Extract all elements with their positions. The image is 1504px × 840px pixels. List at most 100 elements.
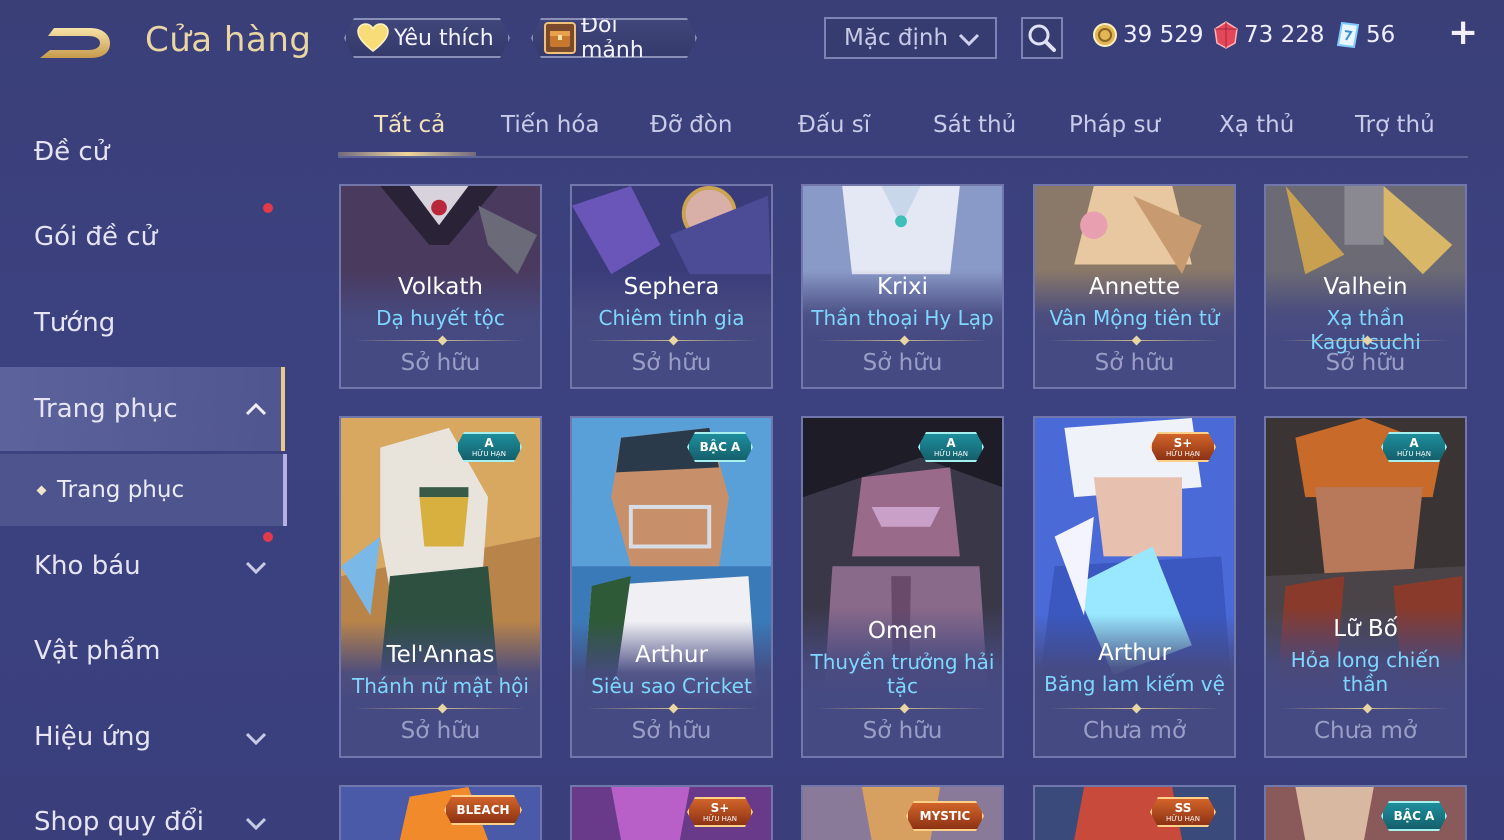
sidebar-item-label: Kho báu [34,551,141,581]
skin-card[interactable]: S+ HỮU HẠN Arthur Băng lam kiếm vệ Chưa m… [1033,416,1236,758]
hero-name: Omen [867,618,938,644]
tab-tank[interactable]: Đỡ đòn [650,112,732,138]
role-tabs: Tất cả Tiến hóa Đỡ đòn Đấu sĩ Sát thủ Ph… [338,100,1468,158]
skin-card[interactable]: Volkath Dạ huyết tộc Sở hữu [339,184,542,389]
tier-badge: BẬC A [1381,801,1447,831]
tab-support[interactable]: Trợ thủ [1355,112,1435,138]
skin-card[interactable]: SS HỮU HẠN [1033,785,1236,840]
sort-dropdown[interactable]: Mặc định [824,17,997,59]
tab-assassin[interactable]: Sát thủ [933,112,1016,138]
hero-name: Volkath [397,274,483,300]
gold-amount: 39 529 [1123,22,1204,48]
skin-card[interactable]: A HỮU HẠN Lữ Bố Hỏa long chiến thần Chưa … [1264,416,1467,758]
hero-name: Valhein [1323,274,1408,300]
page-title: Cửa hàng [145,20,312,60]
skin-card[interactable]: A HỮU HẠN Tel'Annas Thánh nữ mật hội Sở h… [339,416,542,758]
heart-icon [356,21,390,55]
sidebar-item-exchange-shop[interactable]: Shop quy đổi [0,782,285,840]
favorites-button[interactable]: Yêu thích [344,18,510,58]
hero-name: Arthur [635,642,708,668]
exchange-shards-label: Đổi mảnh [581,13,644,63]
skin-card[interactable]: BẬC A Arthur Siêu sao Cricket Sở hữu [570,416,773,758]
sidebar-item-items[interactable]: Vật phẩm [0,611,285,691]
voucher-ticket-icon [1334,21,1362,49]
tab-all[interactable]: Tất cả [374,112,445,138]
skin-card[interactable]: MYSTIC [801,785,1004,840]
sidebar-item-recommended[interactable]: Đề cử [0,112,285,192]
ownership-status: Chưa mở [1082,718,1187,744]
add-currency-button[interactable]: + [1448,15,1478,51]
diamond-bullet-icon [36,485,47,495]
hero-name: Arthur [1098,640,1171,666]
chevron-down-icon [244,725,268,755]
top-bar: Cửa hàng Yêu thích Đổi mảnh Mặc định 39 … [0,0,1504,90]
skin-card[interactable]: S+ HỮU HẠN [570,785,773,840]
ownership-status: Sở hữu [862,350,943,376]
hero-name: Tel'Annas [386,642,495,668]
skin-name: Thánh nữ mật hội [352,674,529,698]
chevron-down-icon [244,554,268,584]
tier-badge: A HỮU HẠN [456,432,522,462]
treasure-chest-icon [543,21,577,55]
sort-value: Mặc định [844,25,949,51]
favorites-label: Yêu thích [394,25,494,51]
skin-name: Băng lam kiếm vệ [1044,672,1225,696]
back-arrow-icon [40,28,110,58]
search-button[interactable] [1021,17,1063,59]
tier-badge: A HỮU HẠN [1381,432,1447,462]
skin-card[interactable]: Sephera Chiêm tinh gia Sở hữu [570,184,773,389]
voucher-currency: 56 [1334,18,1395,52]
active-tab-indicator [338,152,476,156]
hero-name: Annette [1088,274,1181,300]
notification-dot [263,203,273,213]
ownership-status: Sở hữu [862,718,943,744]
sidebar-item-heroes[interactable]: Tướng [0,283,285,363]
tier-badge: S+ HỮU HẠN [1150,432,1216,462]
ruby-currency: 73 228 [1212,18,1324,52]
tab-fighter[interactable]: Đấu sĩ [798,112,870,138]
sidebar-item-label: Trang phục [34,394,178,424]
tier-badge: SS HỮU HẠN [1150,797,1216,827]
notification-dot [263,532,273,542]
ruby-amount: 73 228 [1244,22,1325,48]
sidebar-item-skins[interactable]: Trang phục [0,367,285,451]
chevron-down-icon [244,810,268,840]
ownership-status: Sở hữu [400,350,481,376]
tab-mage[interactable]: Pháp sư [1069,112,1160,138]
skin-name: Chiêm tinh gia [598,306,745,330]
sidebar-item-treasure[interactable]: Kho báu [0,526,285,606]
search-icon [1028,24,1056,52]
skin-card[interactable]: A HỮU HẠN Omen Thuyền trưởng hải tặc Sở h… [801,416,1004,758]
sidebar-item-bundles[interactable]: Gói đề cử [0,197,285,277]
skin-card[interactable]: BLEACH [339,785,542,840]
tab-evolution[interactable]: Tiến hóa [501,112,600,138]
ownership-status: Sở hữu [1094,350,1175,376]
tab-marksman[interactable]: Xạ thủ [1219,112,1294,138]
skin-card[interactable]: Krixi Thần thoại Hy Lạp Sở hữu [801,184,1004,389]
tier-badge: S+ HỮU HẠN [687,797,753,827]
skin-card[interactable]: BẬC A [1264,785,1467,840]
skin-card[interactable]: Valhein Xạ thần Kagutsuchi Sở hữu [1264,184,1467,389]
ruby-gem-icon [1212,21,1240,49]
sidebar-item-effects[interactable]: Hiệu ứng [0,697,285,777]
skin-name: Hỏa long chiến thần [1290,648,1441,696]
back-button[interactable] [34,22,114,64]
skin-name: Xạ thần Kagutsuchi [1310,306,1421,354]
sidebar-subitem-skins[interactable]: Trang phục [0,454,287,526]
sidebar: Đề cử Gói đề cử Tướng Trang phục Trang p… [0,100,290,840]
chevron-up-icon [244,395,268,425]
ownership-status: Sở hữu [400,718,481,744]
hero-name: Krixi [877,274,928,300]
skin-name: Thần thoại Hy Lạp [811,306,994,330]
tier-badge: BẬC A [687,432,753,462]
chevron-down-icon [957,29,981,55]
exchange-shards-button[interactable]: Đổi mảnh [531,18,697,58]
ownership-status: Sở hữu [631,718,712,744]
skin-card[interactable]: Annette Vân Mộng tiên tử Sở hữu [1033,184,1236,389]
skin-name: Vân Mộng tiên tử [1049,306,1220,330]
sidebar-item-label: Tướng [34,308,116,338]
tier-badge: A HỮU HẠN [918,432,984,462]
skin-name: Siêu sao Cricket [591,674,752,698]
sidebar-item-label: Hiệu ứng [34,722,151,752]
voucher-amount: 56 [1366,22,1396,48]
